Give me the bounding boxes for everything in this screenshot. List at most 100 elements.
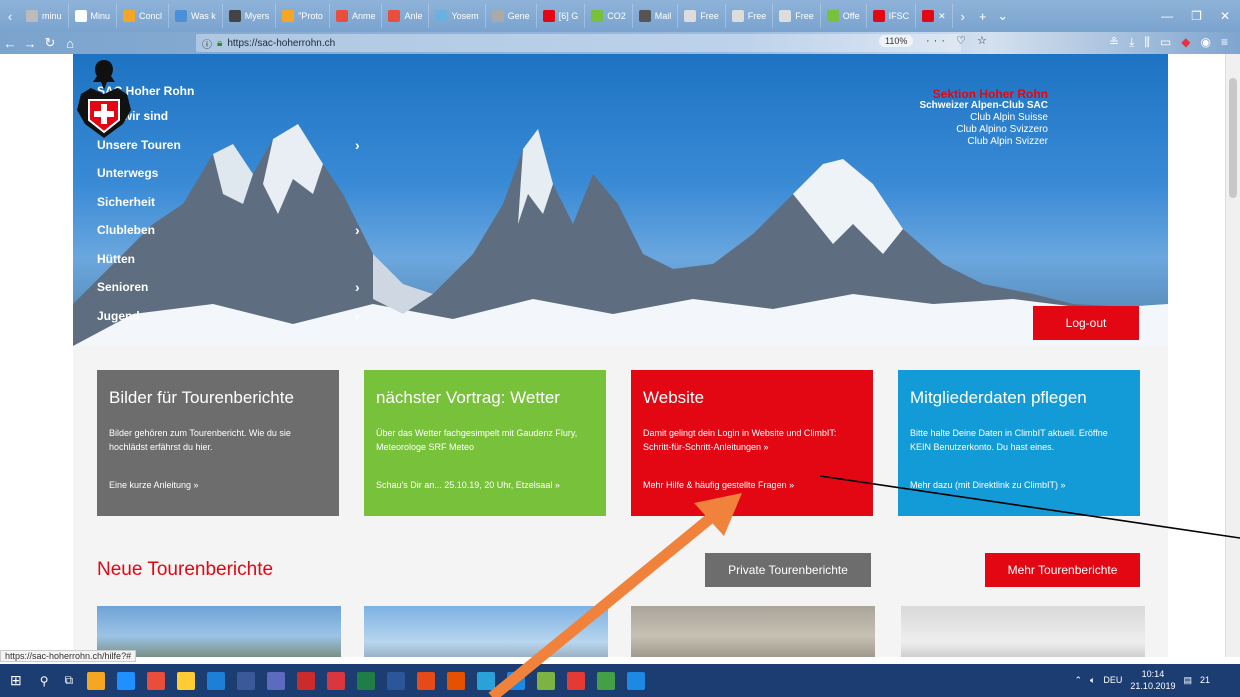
language-indicator[interactable]: DEU: [1103, 675, 1122, 685]
browser-tab[interactable]: Yosem: [429, 4, 486, 28]
taskbar-app-icon[interactable]: [627, 671, 646, 690]
tab-list-chevron-down-icon[interactable]: ⌄: [993, 8, 1013, 24]
tab-scroll-right-icon[interactable]: ›: [953, 9, 973, 24]
address-bar[interactable]: ⓘ 🔒︎ https://sac-hoherrohn.ch: [196, 34, 961, 52]
nav-item-label: Senioren: [97, 280, 149, 294]
card-title: Bilder für Tourenberichte: [109, 388, 294, 407]
taskbar-app-icon[interactable]: [387, 671, 406, 690]
account-icon[interactable]: ◉: [1201, 35, 1211, 50]
page-actions[interactable]: ··· ♡ ☆: [926, 34, 991, 47]
tour-report-thumbnail[interactable]: [901, 606, 1145, 657]
browser-tab[interactable]: Anle: [382, 4, 430, 28]
club-name: Schweizer Alpen-Club SAC: [919, 100, 1048, 111]
tab-favicon-icon: [74, 10, 87, 22]
logout-button[interactable]: Log-out: [1033, 306, 1139, 340]
taskbar-app-icon[interactable]: [477, 671, 496, 690]
browser-tab[interactable]: Gene: [486, 4, 537, 28]
nav-item[interactable]: Clubleben ›: [97, 220, 367, 249]
menu-icon[interactable]: ≡: [1221, 35, 1228, 50]
nav-item[interactable]: Hütten: [97, 249, 367, 278]
close-window-icon[interactable]: ✕: [1220, 9, 1230, 23]
browser-tab[interactable]: minu: [20, 4, 69, 28]
browser-tab[interactable]: Minu: [69, 4, 118, 28]
browser-tab[interactable]: [6] G: [537, 4, 586, 28]
browser-tab[interactable]: Was k: [169, 4, 223, 28]
taskbar-app-icon[interactable]: [507, 671, 526, 690]
browser-tab[interactable]: Offe: [821, 4, 867, 28]
card-body: Über das Wetter fachgesimpelt mit Gauden…: [376, 428, 578, 452]
taskbar-app-icon[interactable]: [117, 671, 136, 690]
more-tour-reports-button[interactable]: Mehr Tourenberichte: [985, 553, 1140, 587]
nav-item[interactable]: Sicherheit: [97, 192, 367, 221]
nav-item[interactable]: Unsere Touren ›: [97, 135, 367, 164]
card-link[interactable]: Mehr Hilfe & häufig gestellte Fragen »: [643, 480, 794, 490]
browser-tab[interactable]: Anme: [330, 4, 383, 28]
home-icon[interactable]: ⌂: [60, 36, 80, 51]
card-member-data[interactable]: Mitgliederdaten pflegen Bitte halte Dein…: [898, 370, 1140, 516]
reload-icon[interactable]: ↻: [40, 35, 60, 51]
private-tour-reports-button[interactable]: Private Tourenberichte: [705, 553, 871, 587]
browser-tab[interactable]: Free: [678, 4, 726, 28]
tour-report-thumbnail[interactable]: [364, 606, 608, 657]
taskbar-app-icon[interactable]: [147, 671, 166, 690]
card-link[interactable]: Mehr dazu (mit Direktlink zu ClimbIT) »: [910, 480, 1066, 490]
taskbar-app-icon[interactable]: [327, 671, 346, 690]
taskbar-app-icon[interactable]: [237, 671, 256, 690]
restore-icon[interactable]: ❐: [1191, 9, 1202, 23]
scrollbar-thumb[interactable]: [1229, 78, 1237, 198]
card-link[interactable]: Schau's Dir an... 25.10.19, 20 Uhr, Etze…: [376, 480, 560, 490]
zoom-level-badge[interactable]: 110%: [879, 35, 914, 47]
browser-tab[interactable]: CO2: [585, 4, 633, 28]
tray-chevron-up-icon[interactable]: ⌃: [1074, 675, 1082, 686]
tour-report-thumbnail[interactable]: [631, 606, 875, 657]
card-website[interactable]: Website Damit gelingt dein Login in Webs…: [631, 370, 873, 516]
new-tab-icon[interactable]: +: [973, 9, 993, 24]
card-tour-pictures[interactable]: Bilder für Tourenberichte Bilder gehören…: [97, 370, 339, 516]
taskbar-app-icon[interactable]: [87, 671, 106, 690]
pocket-icon[interactable]: ◆: [1181, 35, 1190, 50]
nav-item[interactable]: Senioren ›: [97, 277, 367, 306]
taskbar-app-icon[interactable]: [207, 671, 226, 690]
nav-item[interactable]: Wer wir sind: [97, 106, 367, 135]
clock[interactable]: 10:14 21.10.2019: [1130, 668, 1175, 692]
taskbar-app-icon[interactable]: [177, 671, 196, 690]
page-scrollbar[interactable]: [1225, 54, 1240, 657]
tab-scroll-left-icon[interactable]: ‹: [0, 9, 20, 24]
taskbar-app-icon[interactable]: [597, 671, 616, 690]
nav-item[interactable]: Jugend ›: [97, 306, 367, 335]
taskbar-app-icon[interactable]: [537, 671, 556, 690]
card-body[interactable]: Damit gelingt dein Login in Website und …: [643, 426, 861, 454]
card-link[interactable]: Eine kurze Anleitung »: [109, 480, 199, 490]
browser-tab[interactable]: Free: [726, 4, 774, 28]
tab-favicon-icon: [684, 10, 697, 22]
back-icon[interactable]: ←: [0, 36, 20, 51]
browser-tab[interactable]: Mail: [633, 4, 679, 28]
forward-icon[interactable]: →: [20, 36, 40, 51]
extension-icon[interactable]: ≗: [1109, 35, 1119, 50]
notification-icon[interactable]: ▤: [1183, 675, 1192, 686]
nav-title[interactable]: SAC Hoher Rohn: [97, 84, 367, 106]
taskbar-app-icon[interactable]: [447, 671, 466, 690]
browser-tab[interactable]: "Proto: [276, 4, 330, 28]
taskbar-app-icon[interactable]: [567, 671, 586, 690]
windows-start-icon[interactable]: ⊞: [10, 672, 22, 689]
taskbar-app-icon[interactable]: [417, 671, 436, 690]
sidebar-icon[interactable]: ▭: [1160, 35, 1171, 50]
volume-icon[interactable]: 🔈︎: [1090, 675, 1095, 686]
browser-tab[interactable]: Free: [773, 4, 821, 28]
library-icon[interactable]: ⫼: [1144, 35, 1150, 50]
browser-tab[interactable]: Concl: [117, 4, 170, 28]
browser-tab[interactable]: IFSC: [867, 4, 917, 28]
search-icon[interactable]: ⚲: [40, 674, 49, 688]
info-icon[interactable]: ⓘ: [202, 36, 212, 51]
browser-tab[interactable]: Myers: [223, 4, 277, 28]
minimize-icon[interactable]: —: [1161, 9, 1173, 23]
task-view-icon[interactable]: ⧉: [65, 673, 74, 688]
nav-item[interactable]: Unterwegs: [97, 163, 367, 192]
taskbar-app-icon[interactable]: [357, 671, 376, 690]
download-icon[interactable]: ⤓: [1129, 35, 1134, 50]
browser-tab[interactable]: ✕: [916, 4, 953, 28]
taskbar-app-icon[interactable]: [297, 671, 316, 690]
card-next-talk[interactable]: nächster Vortrag: Wetter Über das Wetter…: [364, 370, 606, 516]
taskbar-app-icon[interactable]: [267, 671, 286, 690]
